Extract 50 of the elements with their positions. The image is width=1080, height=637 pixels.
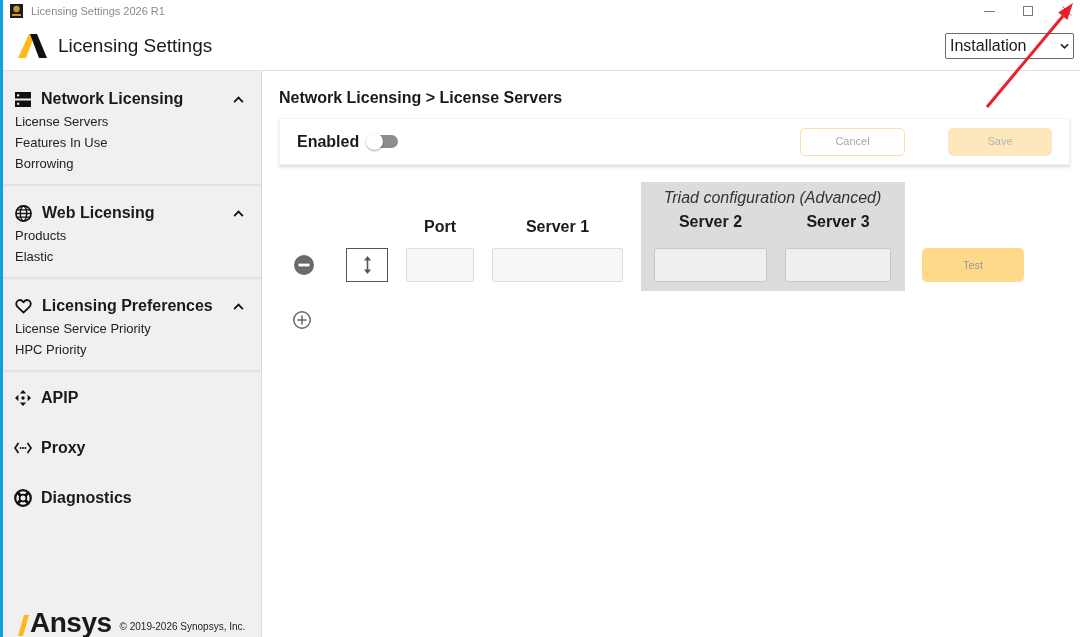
logo-icon bbox=[18, 34, 47, 58]
globe-icon bbox=[15, 204, 32, 222]
sidebar-nav-item[interactable]: APIP bbox=[41, 386, 79, 410]
copyright-text: © 2019-2026 Synopsys, Inc. bbox=[119, 620, 246, 634]
chevron-up-icon[interactable] bbox=[233, 95, 244, 103]
code-dots-icon bbox=[14, 442, 32, 454]
sidebar-link[interactable]: License Service Priority bbox=[15, 318, 151, 339]
sidebar-group-title[interactable]: Web Licensing bbox=[42, 201, 155, 225]
sidebar-link[interactable]: Products bbox=[15, 225, 67, 246]
app-icon bbox=[10, 4, 23, 18]
sidebar-link[interactable]: Elastic bbox=[15, 246, 54, 267]
sidebar-link[interactable]: Borrowing bbox=[15, 153, 74, 174]
logo-slash-icon bbox=[18, 615, 29, 636]
toggle-label: Enabled bbox=[297, 131, 360, 152]
column-header: Server 3 bbox=[806, 212, 870, 232]
sidebar-link[interactable]: HPC Priority bbox=[15, 339, 87, 360]
text-field[interactable] bbox=[785, 248, 891, 282]
minimize-icon bbox=[983, 10, 995, 12]
sidebar-link[interactable]: Features In Use bbox=[15, 132, 108, 153]
lifebuoy-icon bbox=[14, 489, 32, 507]
column-header: Port bbox=[424, 217, 456, 237]
minus-circle-icon[interactable] bbox=[294, 255, 314, 275]
toggle-switch[interactable] bbox=[366, 133, 399, 150]
breadcrumb: Network Licensing > License Servers bbox=[279, 88, 564, 108]
window-title: Licensing Settings 2026 R1 bbox=[31, 3, 165, 19]
app-title: Licensing Settings bbox=[58, 33, 213, 58]
plus-circle-icon[interactable] bbox=[293, 311, 311, 329]
text-field[interactable] bbox=[406, 248, 474, 282]
maximize-icon bbox=[1023, 6, 1033, 16]
server-icon bbox=[15, 91, 31, 107]
column-header: Server 1 bbox=[525, 217, 590, 237]
move-arrows-icon bbox=[15, 390, 31, 406]
chevron-down-icon bbox=[1060, 43, 1069, 49]
reorder-button[interactable] bbox=[346, 248, 388, 282]
chevron-up-icon[interactable] bbox=[233, 302, 244, 310]
chevron-up-icon[interactable] bbox=[233, 209, 244, 217]
up-down-arrow-icon bbox=[362, 256, 372, 274]
heart-icon bbox=[15, 298, 32, 314]
edition-dropdown[interactable]: Installation bbox=[945, 33, 1074, 59]
text-field[interactable] bbox=[654, 248, 767, 282]
close-icon bbox=[1062, 6, 1072, 16]
sidebar-nav-item[interactable]: Proxy bbox=[41, 436, 86, 460]
sidebar-group-title[interactable]: Network Licensing bbox=[41, 87, 184, 111]
sidebar-nav-item[interactable]: Diagnostics bbox=[41, 486, 132, 510]
sidebar-group-title[interactable]: Licensing Preferences bbox=[42, 294, 213, 318]
panel-title: Triad configuration (Advanced) bbox=[663, 188, 882, 208]
brand-logo-text: Ansys bbox=[30, 609, 112, 637]
sidebar-link[interactable]: License Servers bbox=[15, 111, 109, 132]
text-field[interactable] bbox=[492, 248, 623, 282]
column-header: Server 2 bbox=[678, 212, 743, 232]
